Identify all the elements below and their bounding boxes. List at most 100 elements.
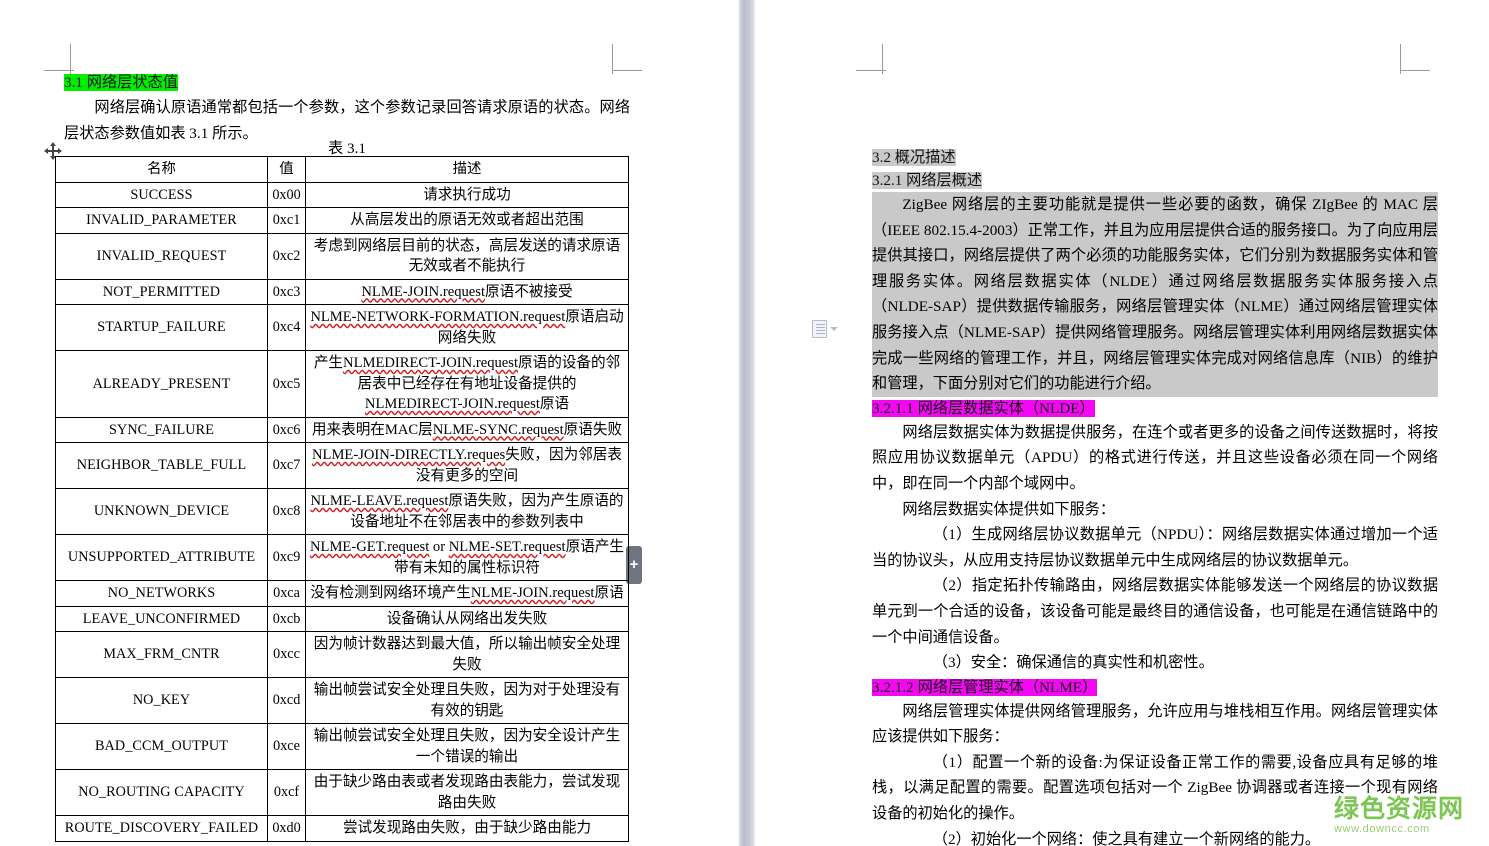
list-item: （1）配置一个新的设备:为保证设备正常工作的需要,设备应具有足够的堆栈，以满足配… — [872, 753, 1438, 823]
heading-3-2-1-1: 3.2.1.1 网络层数据实体（NLDE） — [872, 397, 1438, 420]
cell-desc: 从高层发出的原语无效或者超出范围 — [305, 207, 629, 234]
cell-val: 0xc8 — [267, 488, 306, 535]
table-row: SUCCESS 0x00 请求执行成功 — [55, 181, 629, 208]
cell-name: BAD_CCM_OUTPUT — [55, 723, 268, 770]
cell-name: SYNC_FAILURE — [55, 416, 268, 443]
cell-desc: 用来表明在MAC层NLME-SYNC.request原语失败 — [305, 416, 629, 443]
cell-val: 0xd0 — [267, 815, 306, 842]
cell-name: SUCCESS — [55, 181, 268, 208]
cell-name: STARTUP_FAILURE — [55, 304, 268, 351]
cell-desc: 请求执行成功 — [305, 181, 629, 208]
paragraph-3-2-1-1: 网络层数据实体为数据提供服务，在连个或者更多的设备之间传送数据时，将按照应用协议… — [872, 423, 1438, 492]
table-row: UNKNOWN_DEVICE 0xc8 NLME-LEAVE.request原语失败… — [55, 488, 629, 535]
page-separator-bar — [738, 0, 756, 846]
table-caption: 表 3.1 — [328, 140, 366, 157]
cell-name: UNKNOWN_DEVICE — [55, 488, 268, 535]
cell-name: INVALID_PARAMETER — [55, 207, 268, 234]
cell-val: 0xc2 — [267, 232, 306, 280]
cell-desc: 设备确认从网络出发失败 — [305, 605, 629, 632]
table-row: NO_NETWORKS 0xca 没有检测到网络环境产生NLME-JOIN.requ… — [55, 580, 629, 607]
column-header-description: 描述 — [305, 156, 629, 183]
cell-val: 0xcd — [267, 677, 306, 724]
cell-desc: 输出帧尝试安全处理且失败，因为对于处理没有有效的钥匙 — [305, 677, 629, 724]
cell-val: 0xcf — [267, 769, 306, 816]
table-header-row: 名称 值 描述 — [55, 156, 629, 183]
service-list-nlde: （1）生成网络层协议数据单元（NPDU）：网络层数据实体通过增加一个适当的协议头… — [872, 522, 1438, 676]
cell-val: 0xc9 — [267, 534, 306, 581]
paragraph-3-2-1-1-lead: 网络层数据实体提供如下服务： — [902, 500, 1116, 518]
cell-val: 0xcb — [267, 605, 306, 632]
cell-desc: 考虑到网络层目前的状态，高层发送的请求原语无效或者不能执行 — [305, 232, 629, 280]
cell-val: 0xcc — [267, 631, 306, 678]
cell-desc: 因为帧计数器达到最大值，所以输出帧安全处理失败 — [305, 631, 629, 678]
heading-3-2-1-2: 3.2.1.2 网络层管理实体（NLME） — [872, 676, 1438, 699]
cell-name: LEAVE_UNCONFIRMED — [55, 605, 268, 632]
heading-3-2-text: 3.2 概况描述 — [872, 149, 956, 166]
cell-desc: 尝试发现路由失败，由于缺少路由能力 — [305, 815, 629, 842]
table-row: NO_ROUTING CAPACITY 0xcf 由于缺少路由表或者发现路由表能力，… — [55, 769, 629, 816]
heading-3-1-text: 3.1 网络层状态值 — [64, 74, 178, 91]
cell-name: MAX_FRM_CNTR — [55, 631, 268, 678]
cell-name: UNSUPPORTED_ATTRIBUTE — [55, 534, 268, 581]
cell-val: 0xc3 — [267, 278, 306, 305]
table-row: NO_KEY 0xcd 输出帧尝试安全处理且失败，因为对于处理没有有效的钥匙 — [55, 677, 629, 724]
cell-name: INVALID_REQUEST — [55, 232, 268, 280]
cell-desc: NLME-JOIN.request原语不被接受 — [305, 278, 629, 305]
cell-desc: NLME-JOIN-DIRECTLY.reques失败，因为邻居表没有更多的空间 — [305, 442, 629, 489]
column-header-value: 值 — [267, 156, 306, 183]
service-list-nlme: （1）配置一个新的设备:为保证设备正常工作的需要,设备应具有足够的堆栈，以满足配… — [872, 750, 1438, 846]
list-item: （2）指定拓扑传输路由，网络层数据实体能够发送一个网络层的协议数据单元到一个合适… — [872, 577, 1438, 646]
cell-name: NO_ROUTING CAPACITY — [55, 769, 268, 816]
heading-3-2-1-text: 3.2.1 网络层概述 — [872, 172, 983, 189]
heading-3-2-1-2-text: 3.2.1.2 网络层管理实体（NLME） — [872, 678, 1098, 696]
paste-options-button[interactable] — [812, 320, 838, 338]
table-row: SYNC_FAILURE 0xc6 用来表明在MAC层NLME-SYNC.reque… — [55, 416, 629, 443]
cell-val: 0xc6 — [267, 416, 306, 443]
clipboard-paste-icon — [812, 320, 827, 338]
left-page-heading: 3.1 网络层状态值 — [64, 71, 630, 94]
cell-name: NEIGHBOR_TABLE_FULL — [55, 442, 268, 489]
cell-val: 0xc4 — [267, 304, 306, 351]
table-row: BAD_CCM_OUTPUT 0xce 输出帧尝试安全处理且失败，因为安全设计产生一… — [55, 723, 629, 770]
cell-name: NO_NETWORKS — [55, 580, 268, 607]
network-layer-status-table: 名称 值 描述 SUCCESS 0x00 请求执行成功 INVALID_PARAMET… — [55, 156, 629, 842]
heading-3-2-1-1-text: 3.2.1.1 网络层数据实体（NLDE） — [872, 399, 1095, 417]
cell-val: 0xc5 — [267, 350, 306, 418]
cell-val: 0xc7 — [267, 442, 306, 489]
heading-3-2: 3.2 概况描述 — [872, 146, 1438, 169]
cell-desc: 输出帧尝试安全处理且失败，因为安全设计产生一个错误的输出 — [305, 723, 629, 770]
cell-val: 0xc1 — [267, 207, 306, 234]
paragraph-3-2-1: ZigBee 网络层的主要功能就是提供一些必要的函数，确保 ZIgBee 的 M… — [872, 192, 1438, 397]
document-viewer: 3.1 网络层状态值 网络层确认原语通常都包括一个参数，这个参数记录回答请求原语… — [0, 0, 1489, 846]
table-row: NOT_PERMITTED 0xc3 NLME-JOIN.request原语不被接受 — [55, 278, 629, 305]
list-item: （1）生成网络层协议数据单元（NPDU）：网络层数据实体通过增加一个适当的协议头… — [872, 526, 1438, 569]
page-left: 3.1 网络层状态值 网络层确认原语通常都包括一个参数，这个参数记录回答请求原语… — [0, 0, 738, 846]
column-header-name: 名称 — [55, 156, 268, 183]
table-row: MAX_FRM_CNTR 0xcc 因为帧计数器达到最大值，所以输出帧安全处理失败 — [55, 631, 629, 678]
table-row: ALREADY_PRESENT 0xc5 产生NLMEDIRECT-JOIN.req… — [55, 350, 629, 418]
cell-desc: NLME-NETWORK-FORMATION.request原语启动网络失败 — [305, 304, 629, 351]
paragraph-3-2-1-2: 网络层管理实体提供网络管理服务，允许应用与堆栈相互作用。网络层管理实体应该提供如… — [872, 702, 1438, 746]
heading-3-2-1: 3.2.1 网络层概述 — [872, 169, 1438, 192]
cell-desc: NLME-GET.request or NLME-SET.request原语产生… — [305, 534, 629, 581]
cell-name: NOT_PERMITTED — [55, 278, 268, 305]
cell-name: ALREADY_PRESENT — [55, 350, 268, 418]
table-row: INVALID_PARAMETER 0xc1 从高层发出的原语无效或者超出范围 — [55, 207, 629, 234]
cell-desc: 没有检测到网络环境产生NLME-JOIN.request原语 — [305, 580, 629, 607]
list-item: （2）初始化一个网络：使之具有建立一个新网络的能力。 — [932, 830, 1321, 846]
right-page-body: 3.2 概况描述 3.2.1 网络层概述 ZigBee 网络层的主要功能就是提供… — [872, 146, 1438, 846]
list-item: （3）安全：确保通信的真实性和机密性。 — [932, 654, 1214, 672]
table-row: STARTUP_FAILURE 0xc4 NLME-NETWORK-FORMATIO… — [55, 304, 629, 351]
cell-desc: 由于缺少路由表或者发现路由表能力，尝试发现路由失败 — [305, 769, 629, 816]
table-row: LEAVE_UNCONFIRMED 0xcb 设备确认从网络出发失败 — [55, 605, 629, 632]
table-row: INVALID_REQUEST 0xc2 考虑到网络层目前的状态，高层发送的请求原语… — [55, 232, 629, 280]
cell-val: 0xca — [267, 580, 306, 607]
cell-desc: NLME-LEAVE.request原语失败，因为产生原语的设备地址不在邻居表中… — [305, 488, 629, 535]
cell-desc: 产生NLMEDIRECT-JOIN.request原语的设备的邻居表中已经存在有… — [305, 350, 629, 418]
cell-name: NO_KEY — [55, 677, 268, 724]
cell-name: ROUTE_DISCOVERY_FAILED — [55, 815, 268, 842]
cell-val: 0xce — [267, 723, 306, 770]
chevron-down-icon — [830, 327, 838, 331]
table-row: NEIGHBOR_TABLE_FULL 0xc7 NLME-JOIN-DIRECTL… — [55, 442, 629, 489]
table-row: ROUTE_DISCOVERY_FAILED 0xd0 尝试发现路由失败，由于缺少路… — [55, 815, 629, 842]
